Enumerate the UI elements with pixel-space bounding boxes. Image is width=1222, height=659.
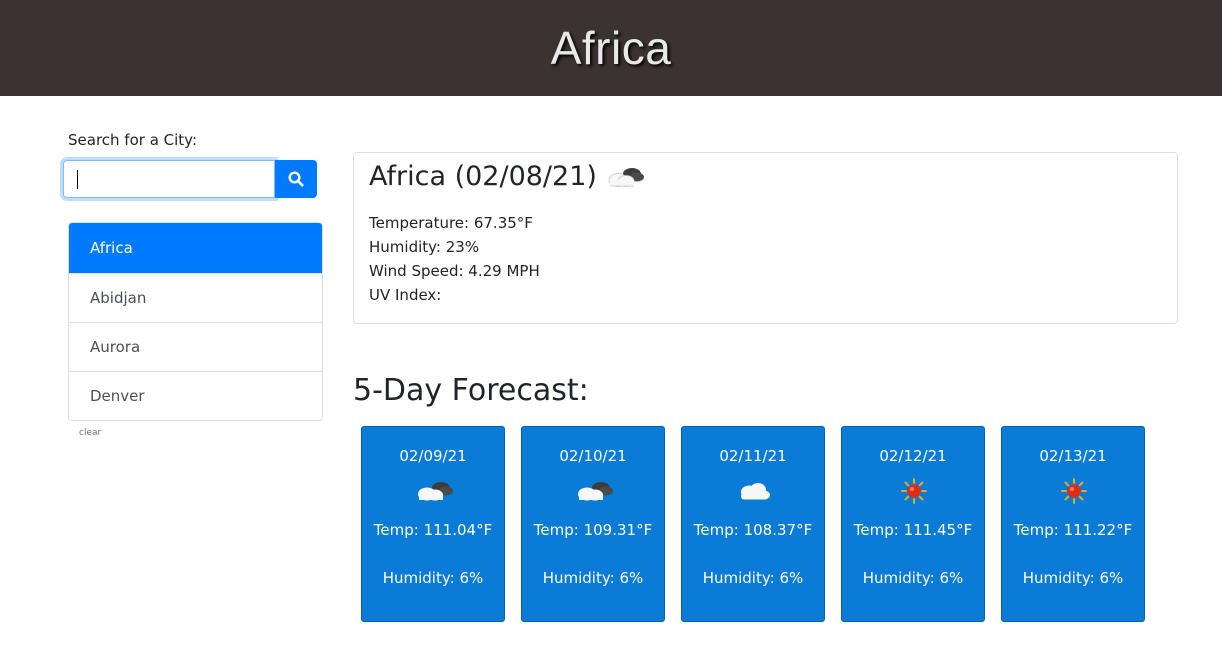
forecast-temp: Temp: 109.31°F <box>533 521 653 539</box>
cloudy-icon <box>603 162 647 192</box>
forecast-date: 02/12/21 <box>879 447 947 465</box>
current-temperature: Temperature: 67.35°F <box>369 214 533 232</box>
forecast-card: 02/09/21 Temp: 111.04°F Humidity: 6% <box>361 426 505 622</box>
forecast-heading: 5-Day Forecast: <box>353 373 589 408</box>
current-wind-speed: Wind Speed: 4.29 MPH <box>369 262 540 280</box>
forecast-date: 02/11/21 <box>719 447 787 465</box>
forecast-card: 02/13/21 Temp: 111.22°F Humidity: 6% <box>1001 426 1145 622</box>
clear-history-link[interactable]: clear <box>79 428 101 438</box>
forecast-card: 02/11/21 Temp: 108.37°F Humidity: 6% <box>681 426 825 622</box>
cloud-icon <box>741 483 770 500</box>
city-item-africa[interactable]: Africa <box>69 223 322 273</box>
cloudy-icon <box>418 482 453 501</box>
sun-icon <box>1061 478 1087 504</box>
city-item-denver[interactable]: Denver <box>69 371 322 420</box>
city-history-list: Africa Abidjan Aurora Denver <box>68 222 323 421</box>
city-search-input[interactable] <box>63 160 275 198</box>
current-city-date: Africa (02/08/21) <box>369 161 597 192</box>
forecast-humidity: Humidity: 6% <box>702 569 804 587</box>
text-caret <box>77 170 78 189</box>
forecast-humidity: Humidity: 6% <box>382 569 484 587</box>
forecast-temp: Temp: 111.22°F <box>1013 521 1133 539</box>
current-uv-index: UV Index: <box>369 286 442 304</box>
current-weather-title: Africa (02/08/21) <box>369 161 647 192</box>
forecast-date: 02/13/21 <box>1039 447 1107 465</box>
forecast-humidity: Humidity: 6% <box>862 569 964 587</box>
forecast-temp: Temp: 111.45°F <box>853 521 973 539</box>
forecast-humidity: Humidity: 6% <box>1022 569 1124 587</box>
current-humidity: Humidity: 23% <box>369 238 480 256</box>
sun-icon <box>901 478 927 504</box>
forecast-card: 02/12/21 Temp: 111.45°F Humidity: 6% <box>841 426 985 622</box>
cloudy-icon <box>578 482 613 501</box>
forecast-humidity: Humidity: 6% <box>542 569 644 587</box>
forecast-card: 02/10/21 Temp: 109.31°F Humidity: 6% <box>521 426 665 622</box>
search-button[interactable] <box>275 160 317 198</box>
city-item-abidjan[interactable]: Abidjan <box>69 273 322 322</box>
forecast-date: 02/10/21 <box>559 447 627 465</box>
page-title: Africa <box>550 22 672 74</box>
forecast-date: 02/09/21 <box>399 447 467 465</box>
search-icon <box>288 171 304 187</box>
page-header: Africa <box>0 0 1222 96</box>
current-weather-card: Africa (02/08/21) Temperature: 67.35°F H… <box>353 152 1178 324</box>
search-label: Search for a City: <box>68 131 198 149</box>
forecast-temp: Temp: 108.37°F <box>693 521 813 539</box>
city-item-aurora[interactable]: Aurora <box>69 322 322 371</box>
forecast-temp: Temp: 111.04°F <box>373 521 493 539</box>
